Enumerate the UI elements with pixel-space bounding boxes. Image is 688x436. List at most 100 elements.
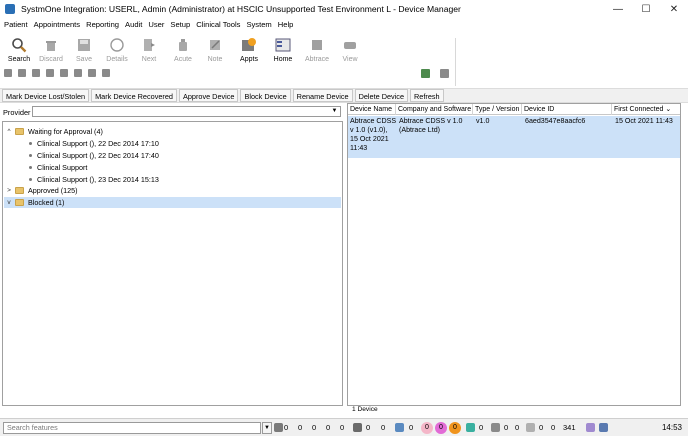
right-quick-icons [421, 69, 459, 78]
tree-item-device[interactable]: Clinical Support (), 23 Dec 2014 15:13 [29, 174, 159, 185]
menu-setup[interactable]: Setup [170, 20, 190, 29]
maximize-button[interactable]: ☐ [632, 0, 660, 18]
table-row[interactable]: Abtrace CDSS v 1.0 (v1.0), 15 Oct 2021 1… [348, 116, 680, 158]
column-header-first-connected[interactable]: First Connected ⌄ [612, 104, 682, 115]
abtrace-button[interactable]: Abtrace [300, 34, 334, 68]
menu-audit[interactable]: Audit [125, 20, 142, 29]
quick-tool-icon[interactable] [60, 69, 68, 77]
note-button[interactable]: Note [198, 34, 232, 68]
quick-tool-icon[interactable] [4, 69, 12, 77]
view-button[interactable]: View [333, 34, 367, 68]
clock: 14:53 [661, 423, 682, 432]
details-icon [108, 36, 126, 54]
save-icon [75, 36, 93, 54]
tree-item-device[interactable]: Clinical Support (), 22 Dec 2014 17:40 [29, 150, 159, 161]
bullet-icon [29, 178, 32, 181]
chevron-down-icon[interactable]: ▼ [330, 107, 339, 116]
menu-clinical-tools[interactable]: Clinical Tools [196, 20, 240, 29]
column-header-device-name[interactable]: Device Name [348, 104, 396, 115]
menu-appointments[interactable]: Appointments [34, 20, 80, 29]
menu-help[interactable]: Help [278, 20, 294, 29]
tree-node-approved[interactable]: > Approved (125) [5, 185, 77, 196]
action-bar: Mark Device Lost/Stolen Mark Device Reco… [0, 88, 688, 103]
abtrace-icon [308, 36, 326, 54]
alert-orange-icon[interactable]: 0 [449, 422, 461, 434]
chart-icon[interactable] [421, 69, 430, 78]
menu-reporting[interactable]: Reporting [86, 20, 119, 29]
teal-icon[interactable] [466, 423, 475, 432]
messages-icon[interactable] [395, 423, 404, 432]
acute-icon [174, 36, 192, 54]
search-button[interactable]: Search [2, 34, 36, 68]
status-bar: Search features ▼ 0 0 0 0 0 0 0 0 0 0 0 … [0, 418, 688, 436]
quick-tool-icon[interactable] [88, 69, 96, 77]
window-controls: — ☐ ✕ [604, 0, 688, 18]
edit-icon[interactable] [353, 423, 362, 432]
tree-node-blocked[interactable]: v Blocked (1) [4, 197, 341, 208]
quick-icons [4, 69, 116, 80]
menu-bar: Patient Appointments Reporting Audit Use… [0, 18, 688, 31]
provider-label: Provider [3, 107, 31, 117]
cell-device-name: Abtrace CDSS v 1.0 (v1.0), 15 Oct 2021 1… [350, 117, 397, 152]
mark-recovered-button[interactable]: Mark Device Recovered [91, 89, 177, 102]
acute-button[interactable]: Acute [166, 34, 200, 68]
calendar-icon[interactable] [526, 423, 535, 432]
quick-tool-icon[interactable] [46, 69, 54, 77]
bullet-icon [29, 142, 32, 145]
minimize-button[interactable]: — [604, 0, 632, 18]
appointments-icon [240, 36, 258, 54]
discard-button[interactable]: Discard [34, 34, 68, 68]
link-icon[interactable] [599, 423, 608, 432]
folder-icon [15, 128, 24, 135]
alert-magenta-icon[interactable]: 0 [435, 422, 447, 434]
tree-item-device[interactable]: Clinical Support [29, 162, 87, 173]
close-button[interactable]: ✕ [660, 0, 688, 18]
expand-icon[interactable]: > [5, 187, 13, 194]
column-header-type-version[interactable]: Type / Version [473, 104, 522, 115]
quick-tool-icon[interactable] [74, 69, 82, 77]
mark-lost-button[interactable]: Mark Device Lost/Stolen [2, 89, 90, 102]
tasks-icon[interactable] [274, 423, 283, 432]
cell-company: Abtrace CDSS v 1.0 (Abtrace Ltd) [399, 117, 463, 134]
search-features-input[interactable]: Search features [3, 422, 261, 434]
tree-node-waiting[interactable]: ^ Waiting for Approval (4) [5, 126, 102, 137]
note-icon [206, 36, 224, 54]
bullet-icon [29, 166, 32, 169]
app-icon [5, 4, 15, 14]
bullet-icon [29, 154, 32, 157]
column-header-device-id[interactable]: Device ID [522, 104, 612, 115]
device-count: 1 Device [352, 406, 378, 413]
device-table: Device Name Company and Software Type / … [347, 103, 681, 406]
quick-tool-icon[interactable] [32, 69, 40, 77]
user-icon[interactable] [586, 423, 595, 432]
approve-device-button[interactable]: Approve Device [178, 89, 239, 102]
delete-device-button[interactable]: Delete Device [354, 89, 409, 102]
menu-user[interactable]: User [148, 20, 164, 29]
quick-tool-icon[interactable] [102, 69, 110, 77]
provider-select[interactable]: ▼ [32, 106, 341, 117]
panel-icon[interactable] [440, 69, 449, 78]
tree-item-device[interactable]: Clinical Support (), 22 Dec 2014 17:10 [29, 138, 159, 149]
rename-device-button[interactable]: Rename Device [292, 89, 353, 102]
appts-button[interactable]: Appts [232, 34, 266, 68]
menu-patient[interactable]: Patient [4, 20, 28, 29]
sort-descending-icon: ⌄ [665, 106, 672, 113]
home-button[interactable]: Home [266, 34, 300, 68]
menu-system[interactable]: System [246, 20, 271, 29]
chevron-down-icon[interactable]: ▼ [262, 422, 272, 434]
refresh-button[interactable]: Refresh [410, 89, 444, 102]
alert-pink-icon[interactable]: 0 [421, 422, 433, 434]
details-button[interactable]: Details [100, 34, 134, 68]
save-button[interactable]: Save [67, 34, 101, 68]
folder-icon [15, 199, 24, 206]
column-header-company[interactable]: Company and Software [396, 104, 473, 115]
trash-icon [42, 36, 60, 54]
quick-tool-icon[interactable] [18, 69, 26, 77]
document-icon[interactable] [491, 423, 500, 432]
collapse-icon[interactable]: ^ [5, 128, 13, 135]
view-icon [341, 36, 359, 54]
expand-icon[interactable]: v [5, 199, 13, 206]
toolbar-separator [455, 38, 456, 86]
block-device-button[interactable]: Block Device [240, 89, 291, 102]
next-button[interactable]: Next [132, 34, 166, 68]
